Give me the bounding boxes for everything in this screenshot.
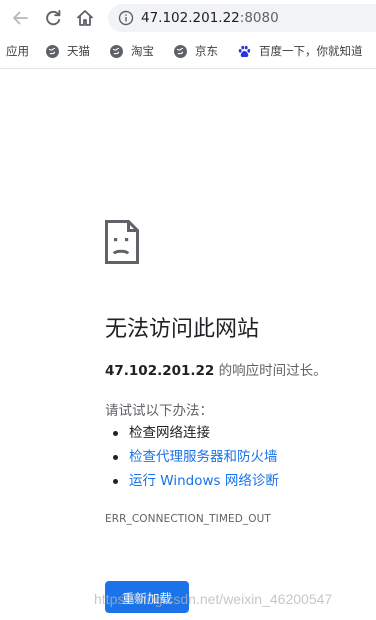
bookmark-jd[interactable]: 京东 bbox=[174, 42, 218, 60]
baidu-paw-icon bbox=[238, 45, 251, 57]
try-label: 请试试以下办法： bbox=[105, 403, 213, 419]
address-bar[interactable]: 47.102.201.22:8080 bbox=[108, 4, 376, 32]
bookmark-taobao[interactable]: 淘宝 bbox=[110, 42, 154, 60]
bookmark-label: 百度一下，你就知道 bbox=[259, 44, 363, 58]
url-host: 47.102.201.22 bbox=[141, 10, 240, 26]
bookmark-label: 京东 bbox=[195, 44, 218, 58]
suggestion-list: 检查网络连接 检查代理服务器和防火墙 运行 Windows 网络诊断 bbox=[113, 421, 279, 493]
bookmark-baidu[interactable]: 百度一下，你就知道 bbox=[238, 42, 363, 60]
suggestion-text: 检查网络连接 bbox=[129, 425, 210, 441]
bookmark-label: 天猫 bbox=[67, 44, 90, 58]
watermark: https://blog.csdn.net/weixin_46200547 bbox=[94, 591, 333, 607]
sad-page-icon bbox=[105, 220, 139, 264]
info-icon[interactable] bbox=[118, 10, 134, 26]
suggestion-run-diagnostics: 运行 Windows 网络诊断 bbox=[113, 469, 279, 493]
bookmark-label: 应用 bbox=[6, 44, 29, 58]
error-desc-suffix: 的响应时间过长。 bbox=[214, 363, 327, 379]
suggestion-check-network: 检查网络连接 bbox=[113, 421, 279, 445]
bookmarks-bar: 应用 天猫 淘宝 京东 百度一下，你就知道 bbox=[0, 38, 376, 64]
globe-icon bbox=[174, 44, 187, 58]
back-arrow-icon bbox=[13, 11, 28, 25]
reload-browser-button[interactable] bbox=[42, 7, 64, 29]
suggestion-link-diagnostics[interactable]: 运行 Windows 网络诊断 bbox=[129, 473, 279, 489]
error-host: 47.102.201.22 bbox=[105, 363, 215, 379]
error-description: 47.102.201.22 的响应时间过长。 bbox=[105, 359, 327, 379]
refresh-icon bbox=[46, 10, 61, 26]
globe-icon bbox=[46, 44, 59, 58]
globe-icon bbox=[110, 44, 123, 58]
suggestion-check-proxy: 检查代理服务器和防火墙 bbox=[113, 445, 279, 469]
browser-chrome: 47.102.201.22:8080 应用 天猫 淘宝 京东 百度一下，你就知道 bbox=[0, 0, 376, 69]
suggestion-link-proxy[interactable]: 检查代理服务器和防火墙 bbox=[129, 449, 278, 465]
error-title: 无法访问此网站 bbox=[105, 317, 260, 342]
bookmark-label: 淘宝 bbox=[131, 44, 154, 58]
browser-toolbar: 47.102.201.22:8080 bbox=[0, 0, 376, 36]
bookmark-apps[interactable]: 应用 bbox=[6, 42, 29, 60]
error-code: ERR_CONNECTION_TIMED_OUT bbox=[105, 513, 271, 525]
back-button[interactable] bbox=[9, 7, 31, 29]
home-icon bbox=[77, 10, 93, 26]
url-port: :8080 bbox=[239, 10, 279, 26]
url-text: 47.102.201.22:8080 bbox=[141, 10, 279, 26]
home-button[interactable] bbox=[74, 7, 96, 29]
bookmark-tmall[interactable]: 天猫 bbox=[46, 42, 90, 60]
